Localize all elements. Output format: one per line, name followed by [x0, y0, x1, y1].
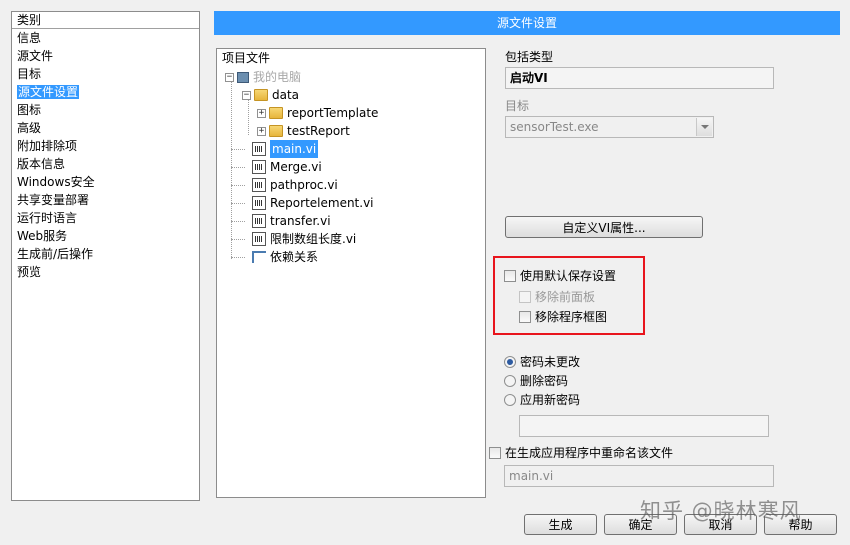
destination-select[interactable]: sensorTest.exe	[505, 116, 714, 138]
vi-file-icon	[252, 160, 266, 174]
category-item-windows-security[interactable]: Windows安全	[12, 173, 199, 191]
expand-icon[interactable]: +	[257, 108, 266, 118]
tree-node-merge-vi[interactable]: Merge.vi	[252, 158, 322, 176]
category-item-icon[interactable]: 图标	[12, 101, 199, 119]
vi-file-icon	[252, 178, 266, 192]
category-item-version-info[interactable]: 版本信息	[12, 155, 199, 173]
category-item-pre-post-build[interactable]: 生成前/后操作	[12, 245, 199, 263]
destination-label: 目标	[505, 99, 530, 113]
category-item-additional-exclusions[interactable]: 附加排除项	[12, 137, 199, 155]
inclusion-type-label: 包括类型	[505, 50, 554, 64]
tree-node-limit-array-vi[interactable]: 限制数组长度.vi	[252, 230, 356, 248]
tree-node-data-folder[interactable]: − data	[242, 86, 299, 104]
inclusion-type-field: 启动VI	[505, 67, 774, 89]
remove-block-diagram-checkbox[interactable]: 移除程序框图	[519, 308, 607, 325]
tree-node-main-vi[interactable]: main.vi	[252, 140, 319, 158]
category-item-shared-variable-deployment[interactable]: 共享变量部署	[12, 191, 199, 209]
tree-node-reportelement-vi[interactable]: Reportelement.vi	[252, 194, 374, 212]
tree-node-my-computer[interactable]: − 我的电脑	[225, 68, 301, 86]
category-item-source-files[interactable]: 源文件	[12, 47, 199, 65]
rename-file-input[interactable]: main.vi	[504, 465, 774, 487]
vi-file-icon	[252, 142, 266, 156]
remove-front-panel-checkbox[interactable]: 移除前面板	[519, 288, 595, 305]
build-button[interactable]: 生成	[524, 514, 597, 535]
category-item-web-services[interactable]: Web服务	[12, 227, 199, 245]
rename-file-checkbox[interactable]: 在生成应用程序中重命名该文件	[489, 444, 673, 461]
folder-icon	[269, 125, 283, 137]
tree-node-report-template[interactable]: + reportTemplate	[257, 104, 378, 122]
collapse-icon[interactable]: −	[225, 72, 234, 82]
use-default-save-checkbox[interactable]: 使用默认保存设置	[504, 267, 616, 284]
tree-node-test-report[interactable]: + testReport	[257, 122, 350, 140]
expand-icon[interactable]: +	[257, 126, 266, 136]
apply-new-password-radio[interactable]: 应用新密码	[504, 391, 580, 408]
computer-icon	[237, 71, 249, 83]
project-files-tree[interactable]: 项目文件 − 我的电脑 − data + reportTemplate + te…	[216, 48, 486, 498]
new-password-input[interactable]	[519, 415, 769, 437]
page-title: 源文件设置	[214, 11, 840, 35]
tree-node-dependencies[interactable]: 依赖关系	[252, 248, 318, 266]
tree-node-pathproc-vi[interactable]: pathproc.vi	[252, 176, 338, 194]
category-item-source-file-settings[interactable]: 源文件设置	[12, 83, 199, 101]
vi-file-icon	[252, 232, 266, 246]
tree-node-transfer-vi[interactable]: transfer.vi	[252, 212, 331, 230]
category-item-preview[interactable]: 预览	[12, 263, 199, 281]
collapse-icon[interactable]: −	[242, 90, 251, 100]
category-item-destinations[interactable]: 目标	[12, 65, 199, 83]
category-list-header: 类别	[12, 12, 199, 29]
folder-icon	[254, 89, 268, 101]
customize-vi-properties-button[interactable]: 自定义VI属性...	[505, 216, 703, 238]
category-item-runtime-languages[interactable]: 运行时语言	[12, 209, 199, 227]
remove-password-radio[interactable]: 删除密码	[504, 372, 568, 389]
category-list[interactable]: 类别 信息 源文件 目标 源文件设置 图标 高级 附加排除项 版本信息 Wind…	[11, 11, 200, 501]
category-item-advanced[interactable]: 高级	[12, 119, 199, 137]
folder-icon	[269, 107, 283, 119]
vi-file-icon	[252, 196, 266, 210]
vi-file-icon	[252, 214, 266, 228]
chevron-down-icon[interactable]	[696, 118, 712, 136]
dependencies-icon	[252, 251, 266, 263]
watermark: 知乎 @晓林寒风	[640, 499, 802, 523]
project-files-header: 项目文件	[222, 51, 271, 65]
password-unchanged-radio[interactable]: 密码未更改	[504, 353, 580, 370]
category-item-info[interactable]: 信息	[12, 29, 199, 47]
